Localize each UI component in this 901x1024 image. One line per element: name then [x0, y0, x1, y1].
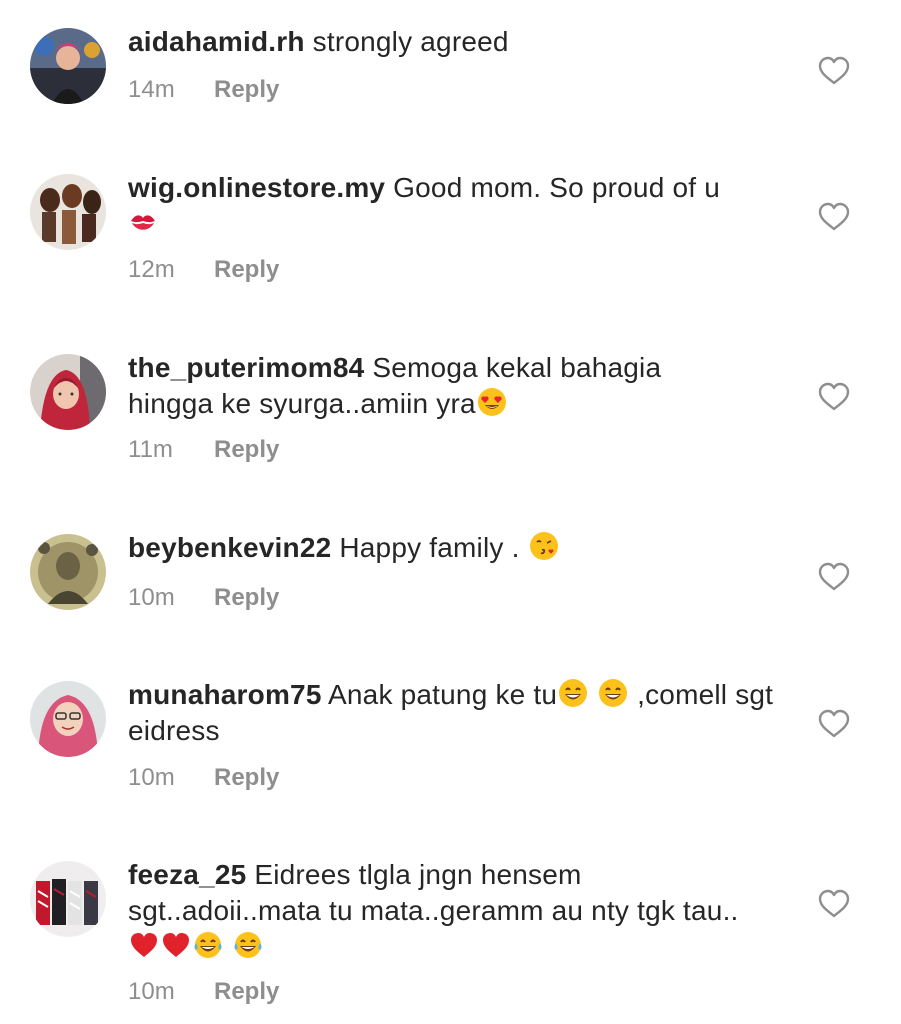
reply-button[interactable]: Reply: [214, 978, 279, 1005]
comment-body: Happy family .: [331, 532, 520, 563]
avatar[interactable]: [30, 534, 106, 610]
comment-meta: 10m Reply: [128, 764, 279, 792]
avatar[interactable]: [30, 174, 106, 250]
like-heart-icon[interactable]: [818, 889, 850, 919]
avatar[interactable]: [30, 28, 106, 104]
comment-text: feeza_25 Eidrees tlgla jngn hensem sgt..…: [128, 857, 768, 965]
tears-of-joy-icon: [193, 930, 223, 960]
grinning-face-icon: [598, 678, 628, 708]
comment-username[interactable]: wig.onlinestore.my: [128, 172, 385, 203]
tears-of-joy-icon: [233, 930, 263, 960]
reply-button[interactable]: Reply: [214, 76, 279, 103]
like-heart-icon[interactable]: [818, 709, 850, 739]
comment-meta: 11m Reply: [128, 436, 279, 464]
heart-eyes-icon: [477, 387, 507, 417]
comment-meta: 10m Reply: [128, 584, 279, 612]
reply-button[interactable]: Reply: [214, 584, 279, 611]
comment-timestamp: 14m: [128, 76, 175, 103]
comment-text: munaharom75 Anak patung ke tu ,comell sg…: [128, 677, 778, 749]
grinning-face-icon: [558, 678, 588, 708]
comment-timestamp: 10m: [128, 764, 175, 791]
avatar[interactable]: [30, 681, 106, 757]
comment-username[interactable]: feeza_25: [128, 859, 246, 890]
comment-body: Good mom. So proud of u: [385, 172, 720, 203]
comment-meta: 14m Reply: [128, 76, 279, 104]
avatar[interactable]: [30, 354, 106, 430]
comment-timestamp: 10m: [128, 584, 175, 611]
face-blowing-kiss-icon: [529, 531, 559, 561]
like-heart-icon[interactable]: [818, 382, 850, 412]
comment-text: wig.onlinestore.my Good mom. So proud of…: [128, 170, 788, 242]
reply-button[interactable]: Reply: [214, 436, 279, 463]
comment-timestamp: 11m: [128, 436, 173, 463]
comment-username[interactable]: munaharom75: [128, 679, 322, 710]
comment-text: beybenkevin22 Happy family .: [128, 530, 788, 566]
comment-text: aidahamid.rh strongly agreed: [128, 24, 788, 60]
comment-timestamp: 12m: [128, 256, 175, 283]
comment-username[interactable]: aidahamid.rh: [128, 26, 305, 57]
avatar[interactable]: [30, 861, 106, 937]
reply-button[interactable]: Reply: [214, 764, 279, 791]
comment-body: Anak patung ke tu: [321, 679, 558, 710]
like-heart-icon[interactable]: [818, 56, 850, 86]
comment-username[interactable]: beybenkevin22: [128, 532, 331, 563]
comment-text: the_puterimom84 Semoga kekal bahagia hin…: [128, 350, 728, 422]
comment-meta: 10m Reply: [128, 978, 279, 1006]
reply-button[interactable]: Reply: [214, 256, 279, 283]
like-heart-icon[interactable]: [818, 202, 850, 232]
comment-meta: 12m Reply: [128, 256, 279, 284]
like-heart-icon[interactable]: [818, 562, 850, 592]
comment-body: strongly agreed: [304, 26, 509, 57]
kiss-mark-icon: [128, 207, 158, 237]
red-heart-icon: [129, 930, 159, 960]
comment-username[interactable]: the_puterimom84: [128, 352, 364, 383]
comment-timestamp: 10m: [128, 978, 175, 1005]
red-heart-icon: [161, 930, 191, 960]
